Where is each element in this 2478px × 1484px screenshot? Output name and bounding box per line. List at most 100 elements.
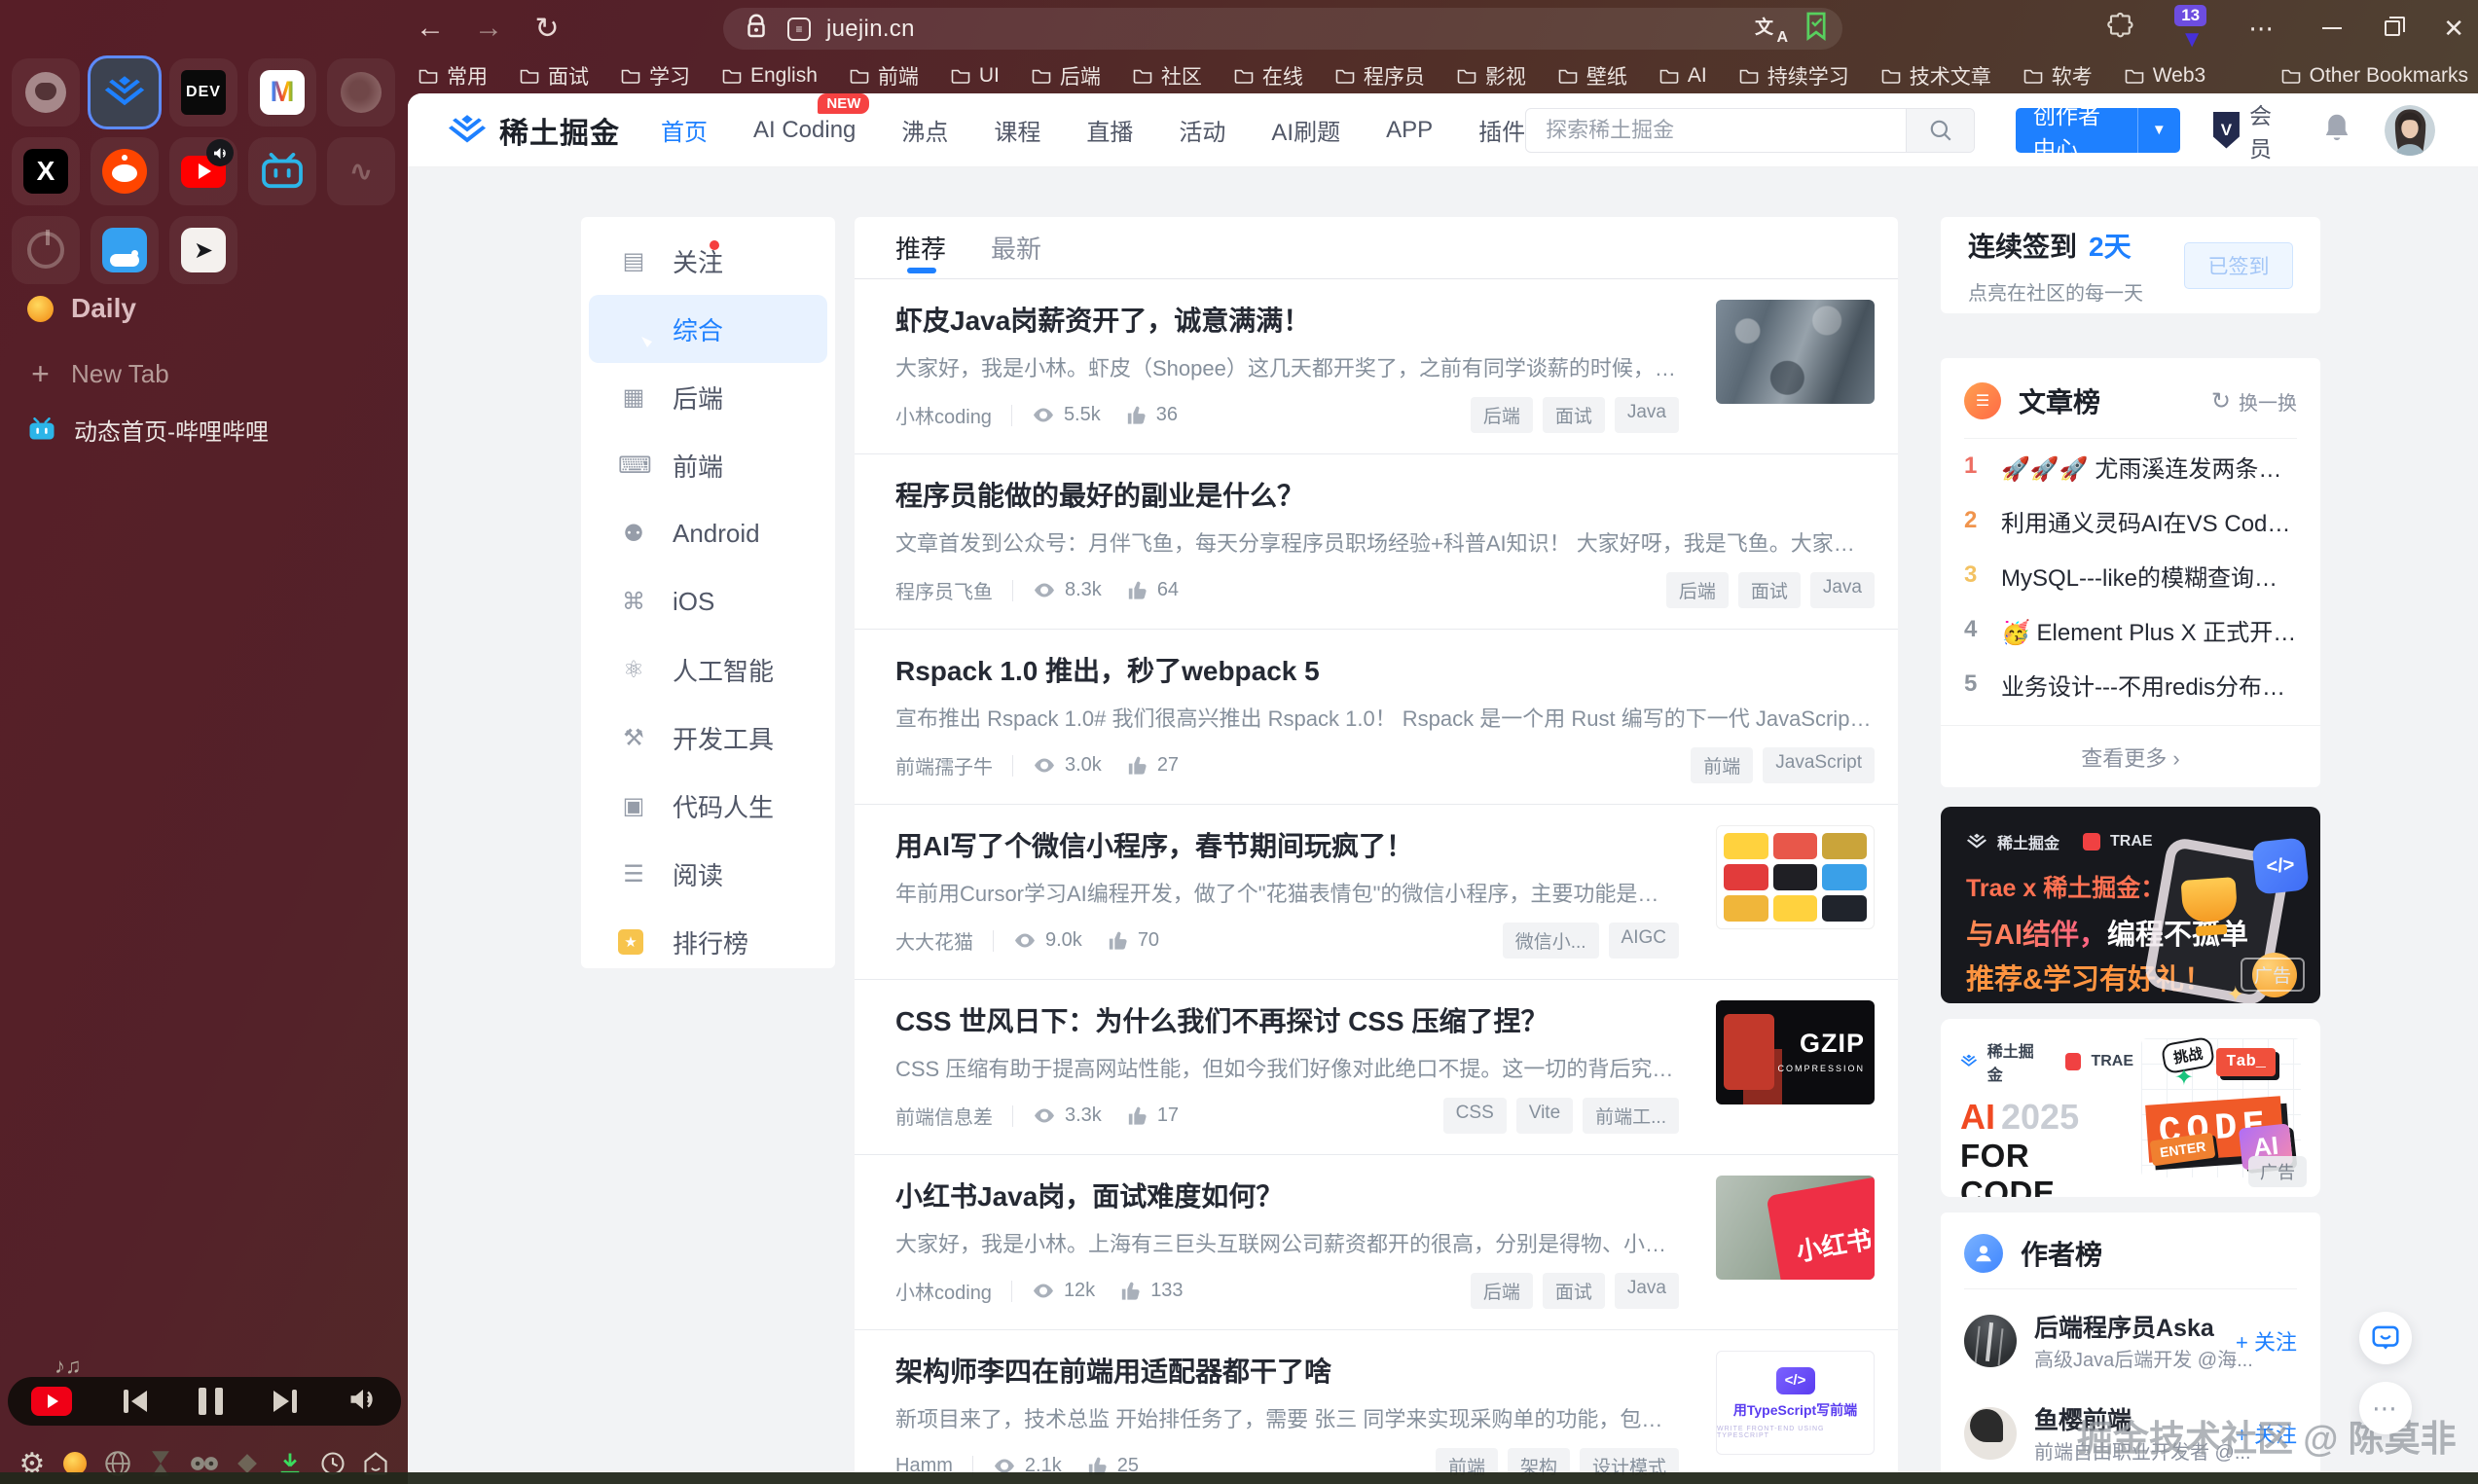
author-avatar[interactable] xyxy=(1964,1407,2017,1460)
article-row[interactable]: 虾皮Java岗薪资开了，诚意满满！ 大家好，我是小林。虾皮（Shopee）这几天… xyxy=(855,279,1898,454)
nav-comprehensive[interactable]: 综合 xyxy=(589,295,827,363)
minimize-button[interactable] xyxy=(2322,27,2342,29)
app-tile-github[interactable] xyxy=(12,58,80,127)
app-tile-faded-1[interactable] xyxy=(327,58,395,127)
bookmark-folder[interactable]: 学习 xyxy=(621,61,690,90)
app-tile-reddit[interactable] xyxy=(91,137,159,205)
app-tile-faded-3[interactable] xyxy=(12,216,80,284)
user-avatar[interactable] xyxy=(2385,105,2435,156)
article-title[interactable]: 用AI写了个微信小程序，春节期间玩疯了！ xyxy=(895,825,1679,864)
next-track-button[interactable] xyxy=(273,1390,297,1413)
article-tag[interactable]: 面试 xyxy=(1543,397,1605,433)
bookmark-folder[interactable]: 技术文章 xyxy=(1881,61,1991,90)
nav-ranking[interactable]: ★排行榜 xyxy=(581,908,835,976)
author-avatar[interactable] xyxy=(1964,1315,2017,1367)
app-tile-dev[interactable]: DEV xyxy=(169,58,237,127)
article-title[interactable]: 程序员能做的最好的副业是什么？ xyxy=(895,475,1875,514)
bookmark-folder[interactable]: 持续学习 xyxy=(1739,61,1849,90)
app-tile-d-app[interactable]: ➤ xyxy=(169,216,237,284)
likes-icon[interactable] xyxy=(1127,1105,1148,1126)
nav-frontend[interactable]: ⌨前端 xyxy=(581,431,835,499)
sidebar-item-daily[interactable]: Daily xyxy=(27,293,136,324)
article-title[interactable]: CSS 世风日下：为什么我们不再探讨 CSS 压缩了捏？ xyxy=(895,1000,1679,1039)
bookmark-folder[interactable]: 常用 xyxy=(419,61,488,90)
nav-courses[interactable]: 课程 xyxy=(994,113,1040,147)
rank-item[interactable]: 2利用通义灵码AI在VS Code中... xyxy=(1941,493,2320,548)
rank-item[interactable]: 4🥳 Element Plus X 正式开源... xyxy=(1941,602,2320,657)
app-tile-juejin-active[interactable] xyxy=(91,58,159,127)
bookmark-folder[interactable]: UI xyxy=(951,64,1000,88)
article-row[interactable]: 架构师李四在前端用适配器都干了啥 新项目来了，技术总监 开始排任务了，需要 张三… xyxy=(855,1330,1898,1484)
notifications-bell-icon[interactable] xyxy=(2322,112,2351,149)
article-tag[interactable]: 面试 xyxy=(1543,1273,1605,1309)
rank-refresh-button[interactable]: ↻换一换 xyxy=(2211,387,2297,416)
article-author[interactable]: 前端信息差 xyxy=(895,1102,993,1130)
bookmark-saved-icon[interactable] xyxy=(1805,12,1827,46)
article-tag[interactable]: AIGC xyxy=(1609,923,1679,959)
follow-button[interactable]: + 关注 xyxy=(2236,1418,2297,1449)
rank-item[interactable]: 5业务设计---不用redis分布式... xyxy=(1941,657,2320,711)
volume-icon[interactable] xyxy=(348,1387,378,1417)
nav-ai-quiz[interactable]: AI刷题 xyxy=(1271,113,1340,147)
nav-events[interactable]: 活动 xyxy=(1179,113,1225,147)
nav-reading[interactable]: ☰阅读 xyxy=(581,840,835,908)
vip-entry[interactable]: V 会员 xyxy=(2213,97,2287,163)
author-row[interactable]: 鱼樱前端 前端自由职业开发者 @... + 关注 xyxy=(1941,1382,2320,1474)
nav-plugins[interactable]: 插件 xyxy=(1478,113,1525,147)
app-tile-blue-app[interactable] xyxy=(91,216,159,284)
article-title[interactable]: 架构师李四在前端用适配器都干了啥 xyxy=(895,1351,1679,1390)
bookmark-folder[interactable]: English xyxy=(722,64,818,88)
likes-icon[interactable] xyxy=(1126,405,1148,425)
nav-coding-life[interactable]: ▣代码人生 xyxy=(581,772,835,840)
article-title[interactable]: 虾皮Java岗薪资开了，诚意满满！ xyxy=(895,300,1679,339)
nav-devtools[interactable]: ⚒开发工具 xyxy=(581,704,835,772)
likes-icon[interactable] xyxy=(1127,580,1148,600)
article-tag[interactable]: CSS xyxy=(1443,1098,1507,1134)
tab-recommended[interactable]: 推荐 xyxy=(895,230,946,266)
bookmark-folder[interactable]: Web3 xyxy=(2125,64,2205,88)
url-bar[interactable]: ≡ juejin.cn 文A xyxy=(723,8,1842,50)
article-tag[interactable]: 前端工... xyxy=(1583,1098,1679,1134)
article-tag[interactable]: 后端 xyxy=(1666,572,1729,608)
previous-track-button[interactable] xyxy=(124,1390,147,1413)
article-tag[interactable]: JavaScript xyxy=(1763,747,1875,783)
sidebar-item-bilibili-tab[interactable]: 动态首页-哔哩哔哩 xyxy=(27,413,269,447)
bookmark-folder[interactable]: 前端 xyxy=(850,61,919,90)
search-input[interactable] xyxy=(1526,118,1906,143)
article-author[interactable]: 大大花猫 xyxy=(895,926,973,955)
bookmark-folder[interactable]: 影视 xyxy=(1457,61,1526,90)
author-row[interactable]: 后端程序员Aska 高级Java后端开发 @海... + 关注 xyxy=(1941,1289,2320,1382)
bookmark-folder[interactable]: 后端 xyxy=(1032,61,1101,90)
tab-latest[interactable]: 最新 xyxy=(991,230,1041,266)
article-tag[interactable]: Vite xyxy=(1516,1098,1573,1134)
other-bookmarks[interactable]: Other Bookmarks xyxy=(2281,64,2468,88)
back-icon[interactable]: ← xyxy=(414,12,447,45)
app-tile-gmail[interactable]: M xyxy=(248,58,316,127)
sidebar-item-new-tab[interactable]: + New Tab xyxy=(27,356,169,392)
checked-in-button[interactable]: 已签到 xyxy=(2184,242,2293,289)
nav-live[interactable]: 直播 xyxy=(1086,113,1133,147)
bookmark-folder[interactable]: 程序员 xyxy=(1335,61,1425,90)
app-tile-faded-2[interactable]: ∿ xyxy=(327,137,395,205)
nav-follow[interactable]: ▤关注 xyxy=(581,227,835,295)
bookmark-folder[interactable]: 壁纸 xyxy=(1558,61,1627,90)
forward-icon[interactable]: → xyxy=(472,12,505,45)
article-thumbnail[interactable] xyxy=(1716,825,1875,929)
refresh-icon[interactable]: ↻ xyxy=(530,12,564,46)
article-author[interactable]: 小林coding xyxy=(895,401,992,429)
url-text[interactable]: juejin.cn xyxy=(826,16,915,43)
likes-icon[interactable] xyxy=(1120,1281,1142,1301)
likes-icon[interactable] xyxy=(1127,755,1148,776)
article-tag[interactable]: 后端 xyxy=(1471,397,1533,433)
code-contest-ad[interactable]: 稀土掘金 TRAE AI2025 FOR CODE 创意挑战赛 从灵感到实现，T… xyxy=(1941,1019,2320,1197)
article-row[interactable]: 程序员能做的最好的副业是什么？ 文章首发到公众号：月伴飞鱼，每天分享程序员职场经… xyxy=(855,454,1898,630)
article-tag[interactable]: 前端 xyxy=(1691,747,1753,783)
article-title[interactable]: 小红书Java岗，面试难度如何？ xyxy=(895,1176,1679,1214)
bookmark-folder[interactable]: 面试 xyxy=(520,61,589,90)
article-row[interactable]: CSS 世风日下：为什么我们不再探讨 CSS 压缩了捏？ CSS 压缩有助于提高… xyxy=(855,980,1898,1155)
feedback-chat-button[interactable] xyxy=(2359,1312,2412,1364)
nav-ios[interactable]: ⌘iOS xyxy=(581,567,835,635)
app-tile-bilibili[interactable] xyxy=(248,137,316,205)
article-thumbnail[interactable]: </> 用TypeScript写前端 WRITE FRONT-END USING… xyxy=(1716,1351,1875,1455)
rank-item[interactable]: 3MySQL---like的模糊查询如何... xyxy=(1941,548,2320,602)
